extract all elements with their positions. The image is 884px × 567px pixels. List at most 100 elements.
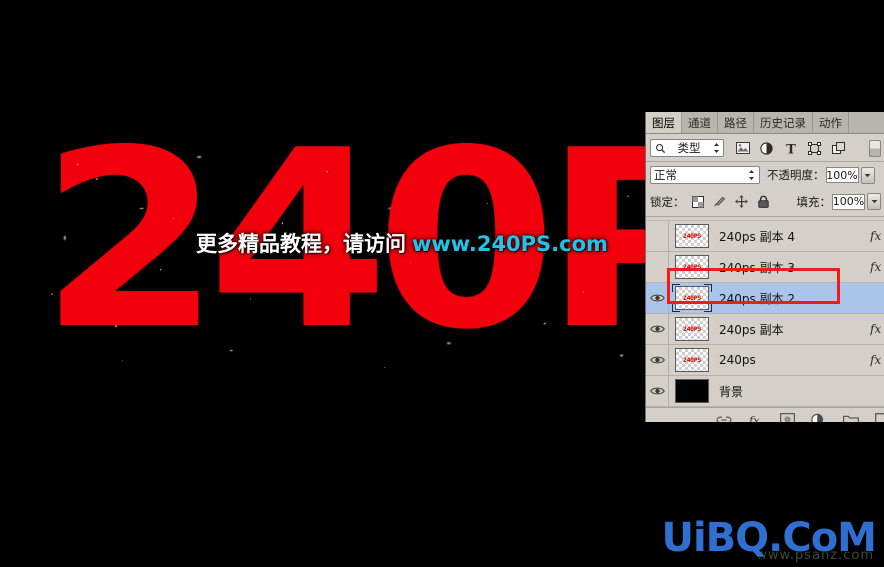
new-layer-icon[interactable] (875, 412, 884, 422)
tab-strip-filler (849, 112, 884, 133)
layer-thumbnail-cell[interactable]: 240PS (669, 224, 715, 248)
thumbnail-label: 240PS (682, 355, 702, 364)
layer-style-fx-icon[interactable]: fx (748, 412, 764, 422)
thumbnail-label: 240PS (682, 324, 702, 333)
layer-row[interactable]: 背景 (646, 376, 884, 407)
layer-thumbnail-cell[interactable]: 240PS (669, 255, 715, 279)
search-icon (653, 143, 667, 154)
layer-thumbnail: 240PS (675, 255, 709, 279)
layer-visibility-toggle[interactable] (646, 376, 669, 406)
lock-transparency-icon[interactable] (691, 195, 705, 209)
layer-visibility-toggle[interactable] (646, 283, 669, 313)
layer-thumbnail-cell[interactable] (669, 379, 715, 403)
adjustment-layer-icon[interactable] (811, 412, 827, 422)
layers-panel: 图层 通道 路径 历史记录 动作 类型 T 正常 不透明度： 100% 锁定： … (645, 112, 884, 422)
eye-icon (649, 294, 665, 302)
site-logo: UiBQ.CoM (661, 515, 877, 561)
type-layer-filter-icon[interactable]: T (783, 141, 798, 156)
shape-layer-filter-icon[interactable] (807, 141, 822, 156)
opacity-label: 不透明度： (767, 168, 825, 182)
lock-position-icon[interactable] (735, 195, 749, 209)
tab-actions[interactable]: 动作 (813, 112, 849, 133)
lock-icon-group (691, 195, 771, 209)
layer-visibility-toggle[interactable] (646, 221, 669, 251)
layer-name[interactable]: 240ps 副本 (715, 321, 870, 338)
lock-label: 锁定： (650, 194, 685, 209)
layer-row[interactable]: 240PS 240ps 副本 3 fx (646, 252, 884, 283)
lock-row: 锁定： 填充： 100% (646, 188, 884, 217)
filter-kind-select[interactable]: 类型 (650, 139, 724, 157)
layer-filter-row: 类型 T (646, 134, 884, 162)
watermark-text: 更多精品教程，请访问 www.240PS.com (196, 228, 608, 258)
spinner-updown-icon[interactable] (711, 142, 721, 154)
layer-row[interactable]: 240PS 240ps fx (646, 345, 884, 376)
lock-all-icon[interactable] (757, 195, 771, 209)
thumbnail-label: 240PS (682, 293, 702, 302)
fill-label: 填充： (796, 194, 832, 209)
pixel-layer-filter-icon[interactable] (735, 141, 750, 156)
layer-row-selected[interactable]: 240PS 240ps 副本 2 (646, 283, 884, 314)
layer-style-fx-icon[interactable]: fx (870, 322, 884, 336)
layer-visibility-toggle[interactable] (646, 345, 669, 375)
filter-toggle-switch[interactable] (869, 139, 881, 157)
layer-thumbnail (675, 379, 709, 403)
eye-icon (649, 356, 665, 364)
layer-thumbnail-cell[interactable]: 240PS (669, 317, 715, 341)
layer-name[interactable]: 背景 (715, 383, 870, 400)
layer-visibility-toggle[interactable] (646, 314, 669, 344)
link-layers-icon[interactable] (716, 412, 732, 422)
watermark-prefix: 更多精品教程，请访问 (196, 232, 406, 256)
layer-style-fx-icon[interactable]: fx (870, 353, 884, 367)
tab-label: 图层 (652, 115, 675, 130)
layer-style-fx-icon[interactable]: fx (870, 229, 884, 243)
layer-name[interactable]: 240ps 副本 2 (715, 290, 870, 307)
filter-kind-label: 类型 (677, 141, 701, 155)
layer-visibility-toggle[interactable] (646, 252, 669, 282)
eye-icon (649, 387, 665, 395)
layer-row[interactable]: 240PS 240ps 副本 fx (646, 314, 884, 345)
blend-mode-select[interactable]: 正常 (650, 166, 760, 184)
tab-layers[interactable]: 图层 (646, 112, 682, 133)
svg-text:fx: fx (748, 413, 760, 422)
panel-tab-strip: 图层 通道 路径 历史记录 动作 (646, 112, 884, 134)
tab-label: 动作 (819, 115, 842, 130)
tab-label: 历史记录 (760, 115, 806, 130)
layer-mask-icon[interactable] (780, 412, 795, 422)
tab-label: 通道 (688, 115, 711, 130)
layer-thumbnail: 240PS (675, 286, 709, 310)
blend-mode-value: 正常 (654, 168, 677, 182)
layer-thumbnail-cell[interactable]: 240PS (669, 284, 715, 312)
tab-label: 路径 (724, 115, 747, 130)
thumbnail-label: 240PS (682, 231, 702, 240)
opacity-dropdown-chevron-down-icon[interactable] (860, 166, 875, 184)
thumbnail-label: 240PS (682, 262, 702, 271)
fill-dropdown-chevron-down-icon[interactable] (867, 193, 881, 210)
layer-thumbnail: 240PS (675, 224, 709, 248)
eye-icon (649, 325, 665, 333)
blend-mode-row: 正常 不透明度： 100% (646, 162, 884, 188)
opacity-input[interactable]: 100% (825, 167, 859, 183)
selected-thumbnail-brackets: 240PS (672, 284, 712, 312)
svg-text:T: T (786, 142, 796, 155)
layers-panel-bottom-toolbar: fx (646, 407, 884, 422)
smart-object-filter-icon[interactable] (831, 141, 846, 156)
layer-list: 240PS 240ps 副本 4 fx 240PS 240ps 副本 3 fx (646, 221, 884, 407)
layer-row[interactable]: 240PS 240ps 副本 4 fx (646, 221, 884, 252)
layer-thumbnail: 240PS (675, 317, 709, 341)
layer-name[interactable]: 240ps 副本 4 (715, 228, 870, 245)
fill-input[interactable]: 100% (832, 193, 865, 210)
layer-thumbnail-cell[interactable]: 240PS (669, 348, 715, 372)
watermark-url: www.240PS.com (412, 232, 608, 256)
layer-name[interactable]: 240ps 副本 3 (715, 259, 870, 276)
layer-style-fx-icon[interactable]: fx (870, 260, 884, 274)
new-group-icon[interactable] (843, 412, 859, 422)
adjustment-layer-filter-icon[interactable] (759, 141, 774, 156)
tab-history[interactable]: 历史记录 (754, 112, 813, 133)
layer-thumbnail: 240PS (675, 348, 709, 372)
spinner-updown-icon[interactable] (747, 169, 756, 181)
tab-paths[interactable]: 路径 (718, 112, 754, 133)
filter-icon-group: T (735, 141, 846, 156)
tab-channels[interactable]: 通道 (682, 112, 718, 133)
lock-image-icon[interactable] (713, 195, 727, 209)
layer-name[interactable]: 240ps (715, 353, 870, 367)
